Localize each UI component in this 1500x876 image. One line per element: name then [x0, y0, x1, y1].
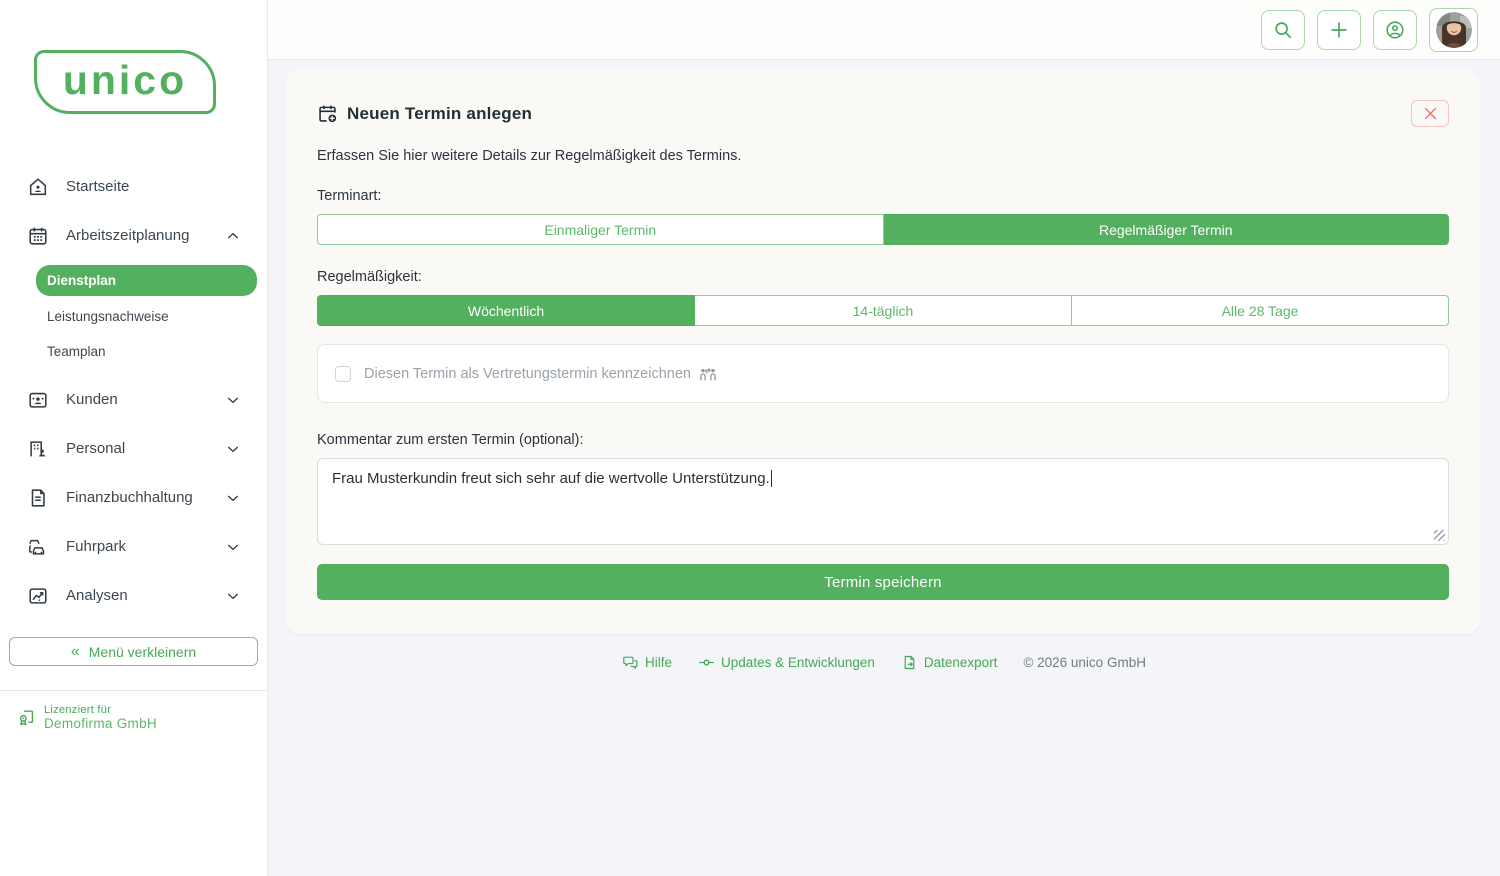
- kommentar-text: Frau Musterkundin freut sich sehr auf di…: [332, 470, 770, 487]
- customers-icon: [27, 389, 49, 411]
- export-file-icon: [901, 654, 918, 671]
- footer-link-datenexport[interactable]: Datenexport: [901, 654, 998, 671]
- sidebar-divider: [0, 690, 267, 691]
- calendar-add-icon: [317, 103, 338, 124]
- footer-link-hilfe[interactable]: Hilfe: [622, 654, 672, 671]
- unico-logo[interactable]: unico: [34, 50, 216, 114]
- user-avatar-button[interactable]: [1429, 8, 1478, 52]
- account-icon: [1384, 19, 1406, 41]
- terminart-option-einmalig[interactable]: Einmaliger Termin: [317, 214, 884, 245]
- chevron-down-icon: [225, 539, 241, 555]
- sidebar-item-label: Finanzbuchhaltung: [66, 489, 193, 506]
- chevron-down-icon: [225, 588, 241, 604]
- sidebar: unico Startseite Arbeitszeitplanung Dien…: [0, 0, 268, 876]
- license-info: Lizenziert für Demofirma GmbH: [17, 704, 267, 731]
- sidebar-item-label: Kunden: [66, 391, 118, 408]
- analytics-icon: [27, 585, 49, 607]
- help-chat-icon: [622, 654, 639, 671]
- content-area: Neuen Termin anlegen Erfassen Sie hier w…: [268, 60, 1500, 876]
- footer: Hilfe Updates & Entwicklungen Datenexpor…: [268, 654, 1500, 671]
- new-appointment-dialog: Neuen Termin anlegen Erfassen Sie hier w…: [285, 68, 1481, 634]
- chevron-down-icon: [225, 441, 241, 457]
- dialog-title: Neuen Termin anlegen: [347, 104, 532, 124]
- license-badge-icon: [17, 708, 36, 727]
- sidebar-subitem-leistungsnachweise[interactable]: Leistungsnachweise: [0, 299, 267, 334]
- sidebar-subitem-teamplan[interactable]: Teamplan: [0, 334, 267, 369]
- sidebar-item-startseite[interactable]: Startseite: [0, 162, 267, 211]
- commit-icon: [698, 654, 715, 671]
- add-button[interactable]: [1317, 10, 1361, 50]
- dialog-header: Neuen Termin anlegen: [317, 100, 1449, 127]
- sidebar-item-kunden[interactable]: Kunden: [0, 375, 267, 424]
- collapse-menu-button[interactable]: « Menü verkleinern: [9, 637, 258, 666]
- regelmaessigkeit-label: Regelmäßigkeit:: [317, 269, 1449, 285]
- terminart-option-regelmaessig[interactable]: Regelmäßiger Termin: [884, 214, 1450, 245]
- handover-people-icon: [698, 364, 718, 384]
- sidebar-item-personal[interactable]: Personal: [0, 424, 267, 473]
- finance-document-icon: [27, 487, 49, 509]
- collapse-menu-label: Menü verkleinern: [89, 644, 196, 660]
- vehicles-icon: [27, 536, 49, 558]
- chevron-down-icon: [225, 490, 241, 506]
- kommentar-label: Kommentar zum ersten Termin (optional):: [317, 432, 1449, 448]
- license-company: Demofirma GmbH: [44, 716, 157, 731]
- brand-text: unico: [63, 60, 187, 101]
- main-area: Neuen Termin anlegen Erfassen Sie hier w…: [268, 0, 1500, 876]
- license-label: Lizenziert für: [44, 704, 157, 716]
- sidebar-nav: Startseite Arbeitszeitplanung Dienstplan…: [0, 162, 267, 620]
- sidebar-item-label: Fuhrpark: [66, 538, 126, 555]
- sidebar-item-label: Arbeitszeitplanung: [66, 227, 189, 244]
- regelmaessigkeit-option-14-taeglich[interactable]: 14-täglich: [695, 295, 1072, 326]
- save-appointment-button[interactable]: Termin speichern: [317, 564, 1449, 600]
- text-cursor: [771, 470, 773, 487]
- close-icon: [1422, 105, 1439, 122]
- terminart-segmented-control: Einmaliger Termin Regelmäßiger Termin: [317, 214, 1449, 245]
- regelmaessigkeit-option-woechentlich[interactable]: Wöchentlich: [317, 295, 695, 326]
- home-icon: [27, 176, 49, 198]
- topbar: [268, 0, 1500, 60]
- chevron-down-icon: [225, 392, 241, 408]
- kommentar-textarea[interactable]: Frau Musterkundin freut sich sehr auf di…: [317, 458, 1449, 545]
- sidebar-item-label: Analysen: [66, 587, 128, 604]
- account-button[interactable]: [1373, 10, 1417, 50]
- double-chevron-left-icon: «: [71, 644, 80, 660]
- regelmaessigkeit-segmented-control: Wöchentlich 14-täglich Alle 28 Tage: [317, 295, 1449, 326]
- regelmaessigkeit-option-alle-28-tage[interactable]: Alle 28 Tage: [1072, 295, 1449, 326]
- sidebar-item-arbeitszeitplanung[interactable]: Arbeitszeitplanung: [0, 211, 267, 260]
- sidebar-item-fuhrpark[interactable]: Fuhrpark: [0, 522, 267, 571]
- avatar: [1436, 12, 1472, 48]
- arbeitszeitplanung-submenu: Dienstplan Leistungsnachweise Teamplan: [0, 260, 267, 375]
- terminart-label: Terminart:: [317, 188, 1449, 204]
- sidebar-item-analysen[interactable]: Analysen: [0, 571, 267, 620]
- sidebar-item-label: Personal: [66, 440, 125, 457]
- calendar-icon: [27, 225, 49, 247]
- textarea-resize-handle[interactable]: [1434, 530, 1445, 541]
- dialog-subtitle: Erfassen Sie hier weitere Details zur Re…: [317, 148, 1449, 164]
- sidebar-item-finanzbuchhaltung[interactable]: Finanzbuchhaltung: [0, 473, 267, 522]
- vertretungstermin-checkbox-row[interactable]: Diesen Termin als Vertretungstermin kenn…: [317, 344, 1449, 403]
- vertretungstermin-checkbox[interactable]: [335, 366, 351, 382]
- chevron-up-icon: [225, 228, 241, 244]
- vertretungstermin-label: Diesen Termin als Vertretungstermin kenn…: [364, 366, 691, 382]
- close-button[interactable]: [1411, 100, 1449, 127]
- staff-icon: [27, 438, 49, 460]
- footer-link-updates[interactable]: Updates & Entwicklungen: [698, 654, 875, 671]
- copyright-text: © 2026 unico GmbH: [1023, 655, 1146, 670]
- search-button[interactable]: [1261, 10, 1305, 50]
- sidebar-subitem-dienstplan[interactable]: Dienstplan: [36, 265, 257, 296]
- plus-icon: [1328, 19, 1350, 41]
- search-icon: [1272, 19, 1294, 41]
- sidebar-item-label: Startseite: [66, 178, 129, 195]
